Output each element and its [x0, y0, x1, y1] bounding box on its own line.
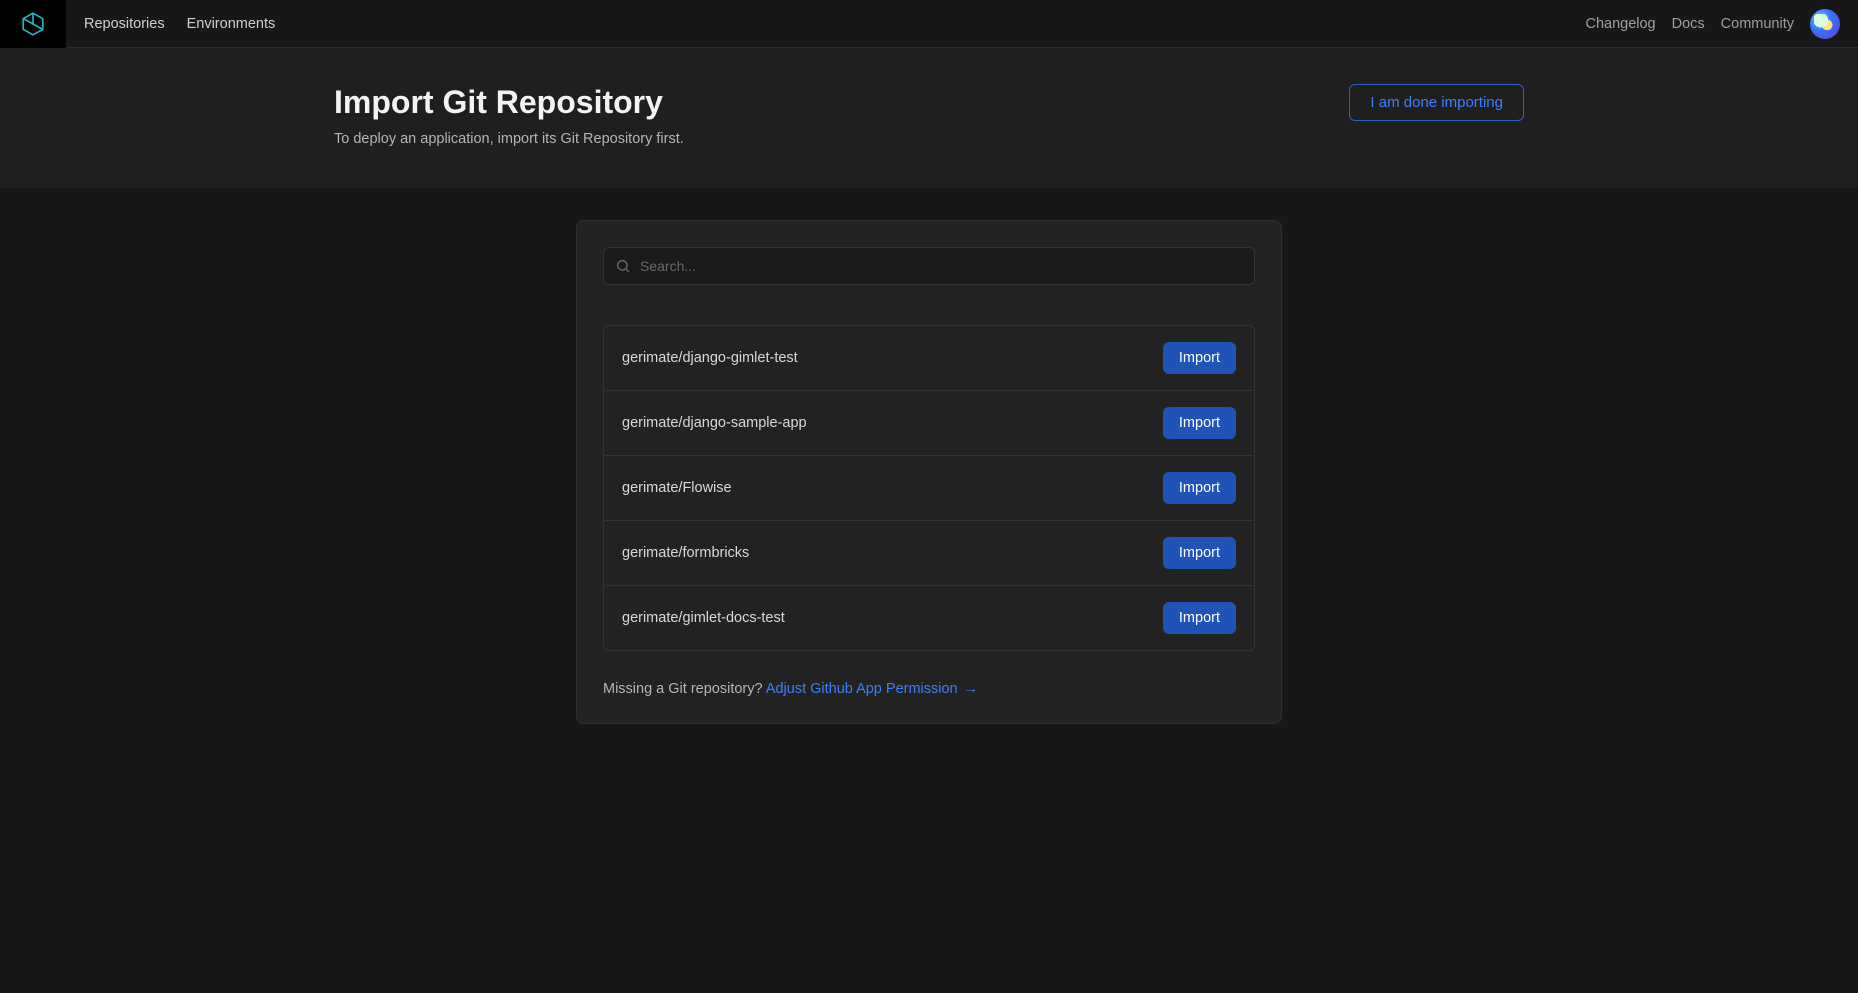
search-wrap	[603, 247, 1255, 285]
nav-environments[interactable]: Environments	[187, 16, 276, 32]
adjust-permission-label: Adjust Github App Permission	[766, 681, 958, 697]
nav-community[interactable]: Community	[1721, 16, 1794, 32]
repo-name: gerimate/Flowise	[622, 480, 732, 496]
import-button[interactable]: Import	[1163, 342, 1236, 374]
adjust-permission-link[interactable]: Adjust Github App Permission →	[766, 681, 978, 697]
page-subtitle: To deploy an application, import its Git…	[334, 131, 684, 147]
nav-changelog[interactable]: Changelog	[1585, 16, 1655, 32]
import-button[interactable]: Import	[1163, 537, 1236, 569]
nav-left: Repositories Environments	[66, 16, 275, 32]
import-button[interactable]: Import	[1163, 407, 1236, 439]
import-button[interactable]: Import	[1163, 602, 1236, 634]
nav-repositories[interactable]: Repositories	[84, 16, 165, 32]
repo-name: gerimate/formbricks	[622, 545, 749, 561]
topbar: Repositories Environments Changelog Docs…	[0, 0, 1858, 48]
search-input[interactable]	[603, 247, 1255, 285]
nav-right: Changelog Docs Community	[1585, 9, 1858, 39]
repo-name: gerimate/django-gimlet-test	[622, 350, 798, 366]
repo-row: gerimate/gimlet-docs-test Import	[604, 586, 1254, 650]
nav-docs[interactable]: Docs	[1672, 16, 1705, 32]
page-title: Import Git Repository	[334, 84, 684, 121]
missing-repo-line: Missing a Git repository? Adjust Github …	[603, 681, 1255, 697]
repo-name: gerimate/django-sample-app	[622, 415, 807, 431]
repo-row: gerimate/Flowise Import	[604, 456, 1254, 521]
repo-row: gerimate/django-sample-app Import	[604, 391, 1254, 456]
logo-icon	[20, 11, 46, 37]
search-icon	[615, 258, 631, 274]
logo[interactable]	[0, 0, 66, 48]
repo-name: gerimate/gimlet-docs-test	[622, 610, 785, 626]
card-wrap: gerimate/django-gimlet-testImportgerimat…	[0, 188, 1858, 784]
missing-repo-text: Missing a Git repository?	[603, 681, 766, 697]
avatar[interactable]	[1810, 9, 1840, 39]
import-button[interactable]: Import	[1163, 472, 1236, 504]
repo-row: gerimate/formbricks Import	[604, 521, 1254, 586]
repo-list: gerimate/django-gimlet-testImportgerimat…	[603, 325, 1255, 651]
hero: Import Git Repository To deploy an appli…	[0, 48, 1858, 188]
done-importing-button[interactable]: I am done importing	[1349, 84, 1524, 121]
import-card: gerimate/django-gimlet-testImportgerimat…	[576, 220, 1282, 724]
arrow-right-icon: →	[964, 681, 979, 697]
repo-row: gerimate/django-gimlet-test Import	[604, 326, 1254, 391]
